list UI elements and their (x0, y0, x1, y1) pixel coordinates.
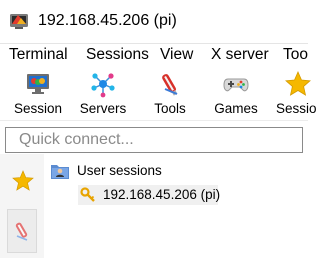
tools-knife-icon (162, 74, 178, 96)
sessions-button[interactable]: Sessio (274, 68, 320, 118)
tree-session-item[interactable]: 192.168.45.206 (pi) (78, 185, 221, 205)
session-button[interactable]: Session (12, 68, 64, 118)
mobaxterm-icon[interactable] (9, 11, 29, 31)
gamepad-icon (223, 78, 249, 92)
menu-sessions[interactable]: Sessions (86, 44, 149, 65)
tools-button-label: Tools (154, 101, 186, 116)
tree-folder-label: User sessions (77, 163, 162, 178)
window-title: 192.168.45.206 (pi) (38, 12, 177, 29)
panel-divider (303, 154, 308, 258)
servers-network-icon (91, 73, 115, 98)
menu-x-server[interactable]: X server (211, 44, 269, 65)
star-icon (285, 71, 311, 96)
games-button-label: Games (214, 101, 258, 116)
user-folder-icon (51, 165, 69, 179)
key-icon (80, 187, 95, 202)
quick-connect-input[interactable] (6, 128, 302, 152)
sessions-button-label: Sessio (276, 101, 317, 116)
monitor-session-icon (27, 74, 49, 94)
servers-button-label: Servers (79, 101, 127, 116)
menu-bar: Terminal Sessions View X server Too (0, 44, 308, 65)
main-toolbar: Session Servers Tools Games Sessio (0, 65, 317, 121)
tree-folder-user-sessions[interactable]: User sessions (50, 161, 300, 181)
title-bar: 192.168.45.206 (pi) (0, 0, 308, 44)
tree-session-label: 192.168.45.206 (pi) (103, 187, 221, 202)
tools-knife-icon (15, 222, 28, 241)
servers-button[interactable]: Servers (76, 68, 130, 118)
menu-tools[interactable]: Too (283, 44, 308, 65)
sidebar-tools-button[interactable] (7, 209, 37, 253)
games-button[interactable]: Games (212, 68, 260, 118)
quick-connect-box (5, 127, 303, 153)
tools-button[interactable]: Tools (146, 68, 194, 118)
menu-terminal[interactable]: Terminal (9, 44, 68, 65)
menu-view[interactable]: View (160, 44, 193, 65)
session-button-label: Session (13, 101, 63, 116)
star-icon[interactable] (12, 170, 34, 192)
